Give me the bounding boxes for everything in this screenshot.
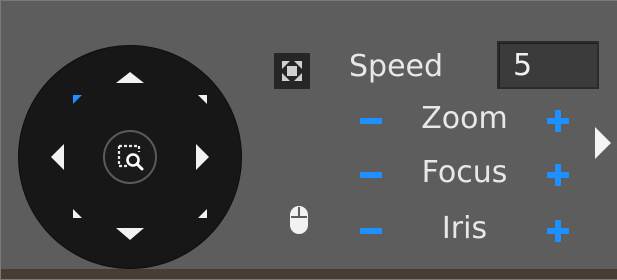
panel-bottom-border xyxy=(1,269,617,279)
triangle-right-icon xyxy=(595,127,611,159)
speed-label: Speed xyxy=(349,49,444,84)
pan-left-button[interactable] xyxy=(33,134,73,180)
zoom-label: Zoom xyxy=(421,101,508,136)
iris-minus-button[interactable] xyxy=(357,221,385,241)
area-zoom-button[interactable] xyxy=(103,130,157,184)
pan-up-left-button[interactable] xyxy=(61,82,95,116)
pan-up-right-button[interactable] xyxy=(187,82,221,116)
zoom-control-row: Zoom xyxy=(357,99,572,143)
fit-screen-button[interactable] xyxy=(274,53,310,89)
focus-label: Focus xyxy=(421,155,508,190)
pan-down-left-button[interactable] xyxy=(61,198,95,232)
zoom-minus-button[interactable] xyxy=(357,111,385,131)
ptz-direction-wheel xyxy=(19,46,241,268)
focus-minus-button[interactable] xyxy=(357,165,385,185)
iris-control-row: Iris xyxy=(357,209,572,253)
expand-panel-button[interactable] xyxy=(592,125,614,161)
mouse-icon xyxy=(289,205,309,235)
focus-plus-button[interactable] xyxy=(544,161,572,189)
fit-screen-icon xyxy=(282,61,302,81)
iris-plus-button[interactable] xyxy=(544,217,572,245)
pan-down-right-button[interactable] xyxy=(187,198,221,232)
pan-right-button[interactable] xyxy=(187,134,227,180)
area-zoom-search-icon xyxy=(117,144,144,171)
speed-input[interactable] xyxy=(497,41,599,89)
zoom-plus-button[interactable] xyxy=(544,107,572,135)
focus-control-row: Focus xyxy=(357,153,572,197)
iris-label: Iris xyxy=(441,211,488,246)
pan-up-button[interactable] xyxy=(112,56,148,96)
pan-down-button[interactable] xyxy=(112,218,148,258)
ptz-control-panel: Speed Zoom Focus Iris xyxy=(0,0,617,280)
